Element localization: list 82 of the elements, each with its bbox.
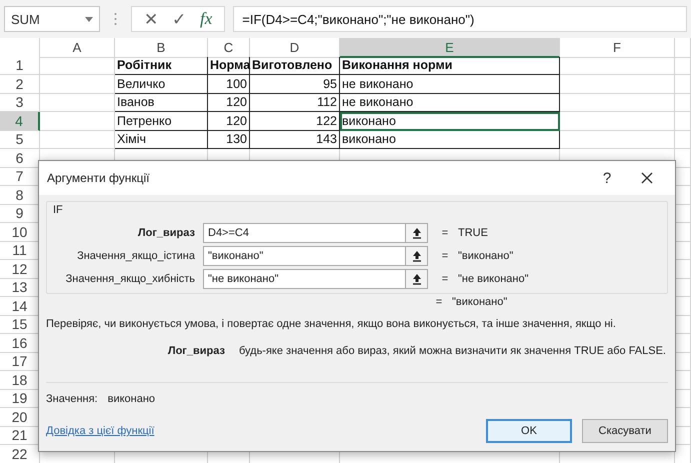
dialog-title: Аргументи функції — [47, 171, 150, 185]
row-header[interactable]: 5 — [0, 130, 40, 149]
column-header[interactable]: F — [560, 38, 675, 58]
help-link[interactable]: Довідка з цієї функції — [46, 425, 154, 437]
table-cell: 112 — [250, 94, 340, 112]
argument-label: Значення_якщо_істина — [76, 250, 196, 262]
empty-cell — [675, 75, 691, 94]
argument-field[interactable]: D4>=C4 — [203, 223, 428, 243]
table-cell: Хіміч — [115, 130, 208, 149]
row-header[interactable]: 4 — [0, 112, 40, 130]
row-header[interactable]: 21 — [0, 426, 40, 445]
equals-sign: = — [440, 250, 450, 262]
cancel-button[interactable]: ✕ — [144, 8, 158, 30]
collapse-button[interactable] — [405, 247, 427, 265]
row-header[interactable]: 15 — [0, 316, 40, 334]
enter-button[interactable]: ✓ — [172, 8, 186, 30]
row-header[interactable]: 13 — [0, 278, 40, 297]
table-cell: Петренко — [115, 112, 208, 130]
table-cell: 95 — [250, 75, 340, 94]
insert-function-button[interactable]: fx — [200, 9, 212, 29]
row-header[interactable]: 3 — [0, 94, 40, 112]
equals-sign: = — [434, 296, 444, 308]
table-cell: 143 — [250, 130, 340, 149]
table-cell: Виконання норми — [340, 56, 560, 75]
table-cell: Виготовлено — [250, 56, 340, 75]
row-header[interactable]: 2 — [0, 75, 40, 94]
argument-field[interactable]: "не виконано" — [203, 269, 428, 289]
table-cell: Робітник — [115, 56, 208, 75]
upload-arrow-icon — [412, 273, 422, 285]
table-cell: виконано — [340, 112, 560, 130]
argument-result: TRUE — [458, 227, 488, 239]
table-cell: 120 — [208, 94, 250, 112]
cancel-button[interactable]: Скасувати — [582, 419, 668, 443]
collapse-button[interactable] — [405, 270, 427, 288]
formula-result: "виконано" — [452, 296, 508, 308]
argument-field[interactable]: "виконано" — [203, 246, 428, 266]
ok-button[interactable]: OK — [486, 419, 572, 443]
table-cell: 120 — [208, 112, 250, 130]
argument-name: Лог_вираз — [168, 345, 225, 357]
value-text: виконано — [108, 393, 156, 405]
caret-icon — [85, 16, 93, 22]
column-header[interactable]: D — [250, 38, 340, 58]
argument-result: "виконано" — [458, 250, 514, 262]
column-header[interactable]: E — [340, 38, 560, 58]
column-header[interactable]: B — [115, 38, 208, 58]
function-description: Перевіряє, чи виконується умова, і повертає одне значення, якщо вона виконується, та інше значення, якщо ні. — [46, 318, 617, 330]
column-header[interactable]: C — [208, 38, 250, 58]
upload-arrow-icon — [412, 227, 422, 239]
help-button[interactable]: ? — [587, 163, 627, 193]
row-header[interactable]: 17 — [0, 352, 40, 371]
argument-result: "не виконано" — [458, 273, 528, 285]
upload-arrow-icon — [412, 250, 422, 262]
table-cell: виконано — [340, 130, 560, 149]
grip-icon — [114, 12, 117, 26]
name-box[interactable]: SUM — [4, 6, 100, 32]
equals-sign: = — [440, 227, 450, 239]
argument-label: Лог_вираз — [136, 227, 196, 239]
equals-sign: = — [440, 273, 450, 285]
row-header[interactable]: 7 — [0, 168, 40, 186]
formula-field[interactable]: =IF(D4>=C4;"виконано";"не виконано") — [233, 6, 687, 32]
table-cell: не виконано — [340, 94, 560, 112]
empty-cell — [675, 112, 691, 130]
close-icon — [641, 172, 653, 184]
collapse-button[interactable] — [405, 224, 427, 242]
argument-description: будь-яке значення або вираз, який можна визначити як значення TRUE або FALSE. — [238, 345, 666, 357]
table-cell: 100 — [208, 75, 250, 94]
row-header[interactable]: 19 — [0, 390, 40, 408]
row-header[interactable]: 1 — [0, 56, 40, 75]
table-cell: 130 — [208, 130, 250, 149]
empty-cell — [675, 94, 691, 112]
argument-label: Значення_якщо_хибність — [64, 273, 196, 285]
row-header[interactable]: 6 — [0, 149, 40, 168]
row-header[interactable]: 11 — [0, 242, 40, 260]
table-cell: не виконано — [340, 75, 560, 94]
value-label: Значення: — [46, 393, 98, 405]
empty-cell — [675, 130, 691, 149]
table-cell: Іванов — [115, 94, 208, 112]
column-header[interactable]: A — [40, 38, 115, 58]
table-cell: Величко — [115, 75, 208, 94]
function-name: IF — [53, 204, 64, 216]
row-header[interactable]: 9 — [0, 204, 40, 223]
table-cell: 122 — [250, 112, 340, 130]
